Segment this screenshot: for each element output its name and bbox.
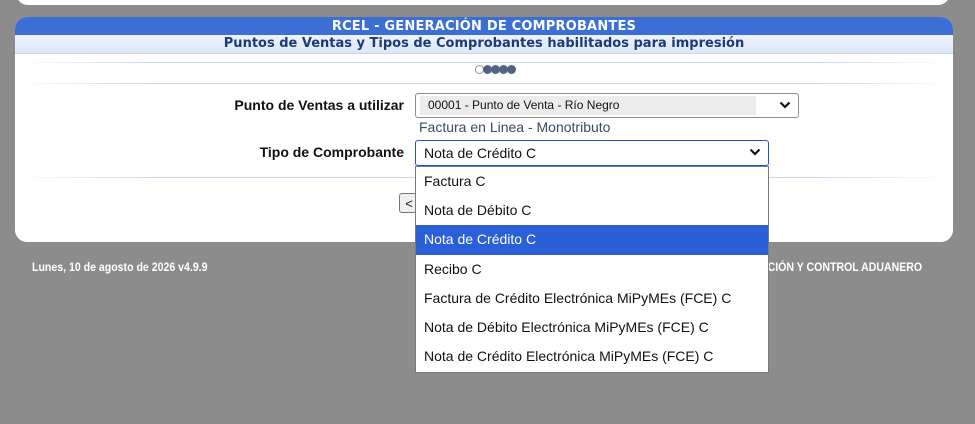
dropdown-option[interactable]: Nota de Débito Electrónica MiPyMEs (FCE)… xyxy=(416,313,768,342)
dropdown-option[interactable]: Factura C xyxy=(416,167,768,196)
dropdown-option[interactable]: Nota de Crédito Electrónica MiPyMEs (FCE… xyxy=(416,342,768,371)
tipo-comprobante-select[interactable]: Nota de Crédito C xyxy=(415,140,769,166)
tipo-comprobante-dropdown: Factura C Nota de Débito C Nota de Crédi… xyxy=(415,166,769,373)
dropdown-option[interactable]: Nota de Crédito C xyxy=(416,225,768,255)
punto-venta-value: 00001 - Punto de Venta - Río Negro xyxy=(428,98,620,112)
chevron-down-icon xyxy=(749,148,761,156)
page-subtitle: Puntos de Ventas y Tipos de Comprobantes… xyxy=(15,35,953,54)
step-dot xyxy=(507,65,516,74)
dropdown-option[interactable]: Factura de Crédito Electrónica MiPyMEs (… xyxy=(416,284,768,313)
page-title: RCEL - GENERACIÓN DE COMPROBANTES xyxy=(15,17,953,35)
chevron-down-icon xyxy=(779,101,791,109)
divider xyxy=(15,62,953,63)
dropdown-option[interactable]: Recibo C xyxy=(416,255,768,284)
punto-venta-hint: Factura en Linea - Monotributo xyxy=(419,119,611,135)
divider xyxy=(15,83,953,84)
punto-venta-label: Punto de Ventas a utilizar xyxy=(234,97,404,113)
punto-venta-select[interactable]: 00001 - Punto de Venta - Río Negro xyxy=(415,93,799,118)
step-indicator xyxy=(475,65,516,74)
footer-date-version: Lunes, 10 de agosto de 2026 v4.9.9 xyxy=(32,260,208,274)
tipo-comprobante-label: Tipo de Comprobante xyxy=(259,144,404,160)
dropdown-option[interactable]: Nota de Débito C xyxy=(416,196,768,225)
footer-agency: ACIÓN Y CONTROL ADUANERO xyxy=(760,260,923,274)
tipo-comprobante-value: Nota de Crédito C xyxy=(424,145,537,161)
top-card xyxy=(16,0,950,5)
